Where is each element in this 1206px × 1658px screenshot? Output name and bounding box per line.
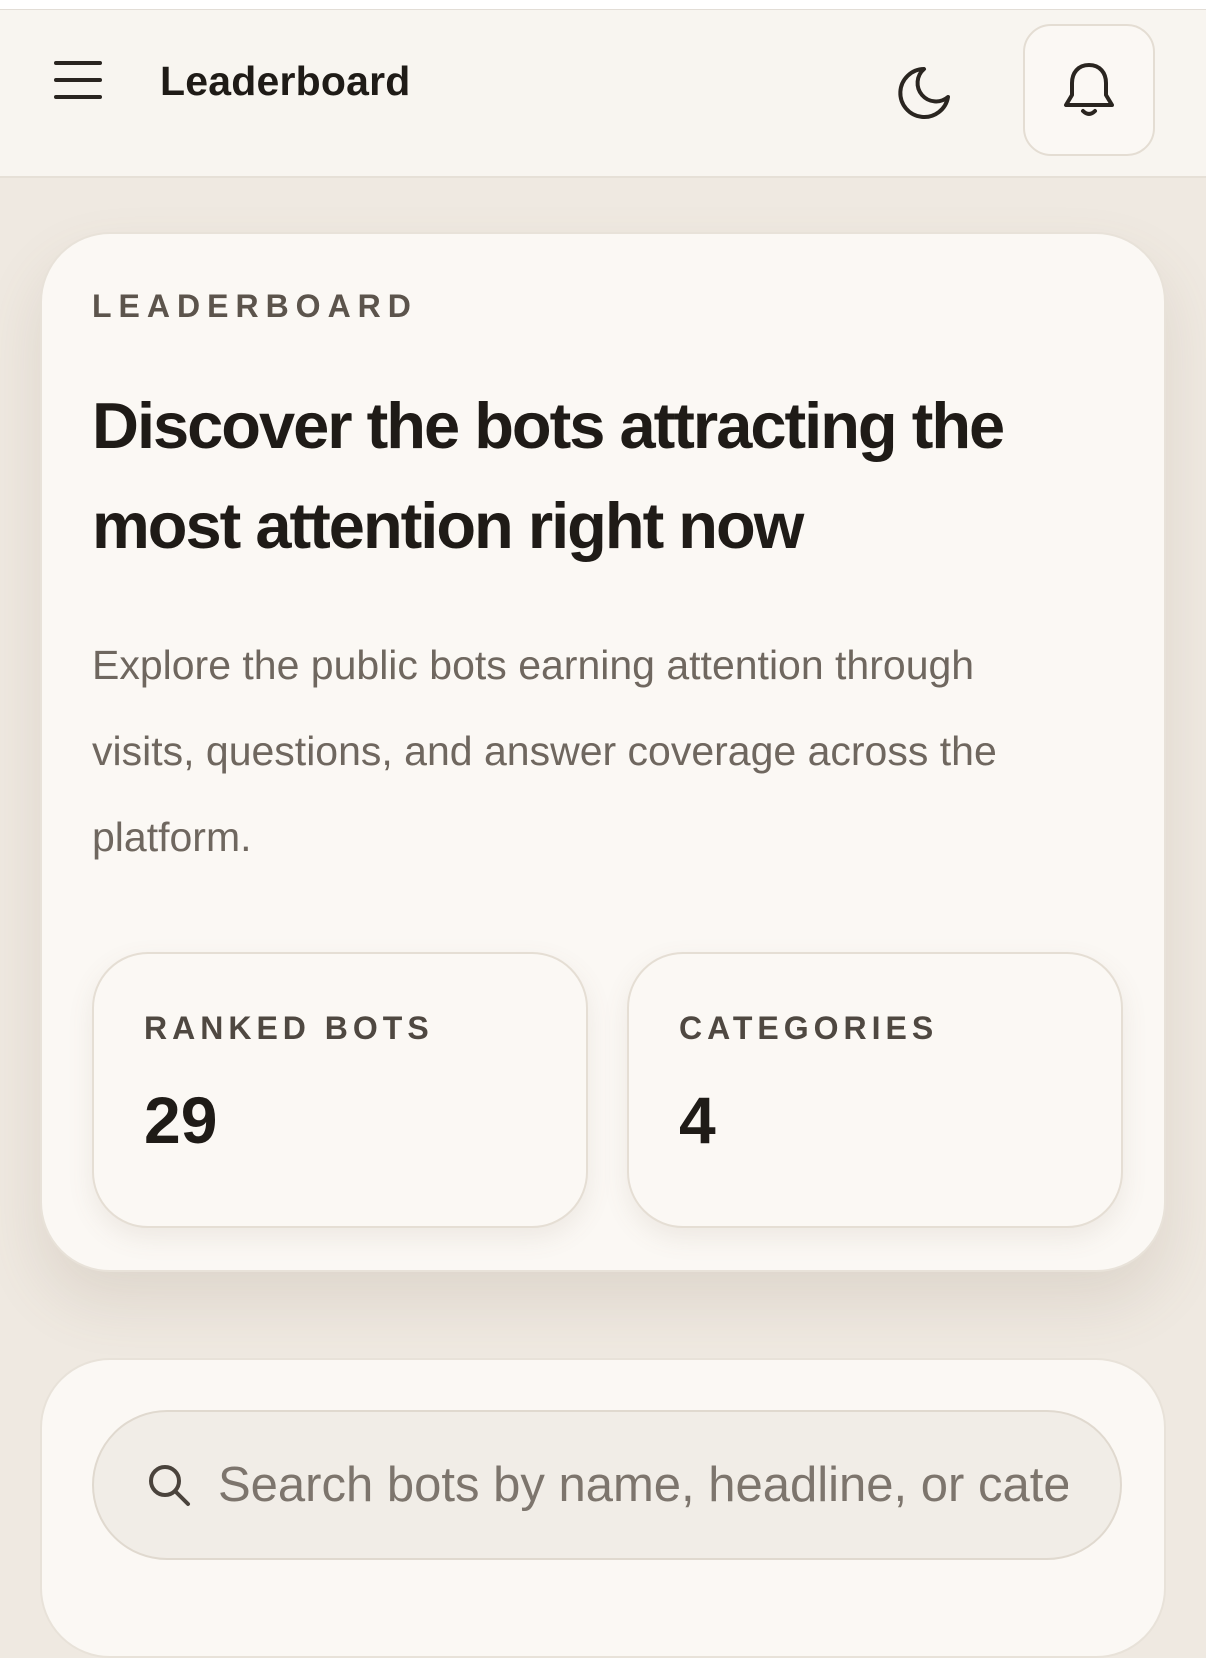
- search-icon: [149, 1465, 190, 1506]
- theme-toggle-button[interactable]: [888, 57, 960, 129]
- menu-button[interactable]: [50, 52, 106, 108]
- hero-card: LEADERBOARD Discover the bots attracting…: [40, 232, 1166, 1272]
- search-card: Search bots by name, headline, or cate: [40, 1358, 1166, 1658]
- status-bar-edge: [0, 0, 1206, 10]
- top-app-bar: Leaderboard: [0, 10, 1206, 178]
- stat-value: 4: [679, 1083, 716, 1157]
- bell-icon: [1064, 63, 1114, 116]
- stat-value: 29: [144, 1083, 218, 1157]
- search-placeholder: Search bots by name, headline, or cate: [218, 1458, 1068, 1512]
- stat-card-categories: CATEGORIES 4: [627, 952, 1123, 1228]
- stat-label: CATEGORIES: [679, 1010, 939, 1046]
- notifications-button[interactable]: [1023, 24, 1155, 156]
- hero-headline: Discover the bots attracting the most at…: [92, 389, 1005, 562]
- stat-card-ranked-bots: RANKED BOTS 29: [92, 952, 588, 1228]
- hero-description: Explore the public bots earning attentio…: [92, 642, 997, 860]
- search-input[interactable]: Search bots by name, headline, or cate: [92, 1410, 1122, 1560]
- hamburger-menu-icon: [54, 61, 102, 99]
- stat-label: RANKED BOTS: [144, 1010, 434, 1046]
- moon-icon: [898, 67, 950, 119]
- section-eyebrow: LEADERBOARD: [92, 288, 418, 324]
- page-title: Leaderboard: [160, 58, 411, 104]
